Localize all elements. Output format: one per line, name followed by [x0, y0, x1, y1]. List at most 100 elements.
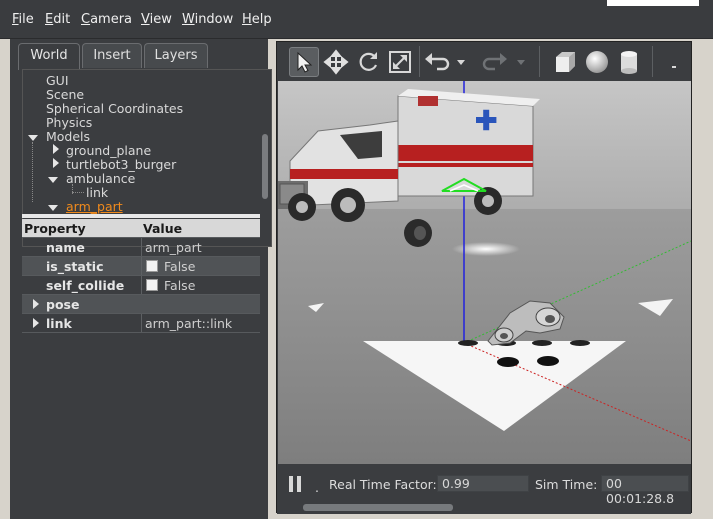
real-time-factor-label: Real Time Factor:: [329, 477, 437, 492]
tree-scrollbar[interactable]: [262, 134, 268, 199]
tree-item-gui[interactable]: GUI: [46, 73, 69, 88]
tree-item-scene[interactable]: Scene: [46, 87, 84, 102]
menu-view[interactable]: View: [141, 12, 172, 27]
toolbar-overflow-button[interactable]: [667, 47, 681, 77]
pad-hole: [497, 357, 519, 367]
tree-item-ground-plane[interactable]: ground_plane: [66, 143, 151, 158]
property-value: arm_part::link: [145, 316, 233, 331]
tab-world[interactable]: World: [18, 43, 80, 70]
tree-item-models[interactable]: Models: [46, 129, 90, 144]
tree-item-ambulance-link[interactable]: link: [86, 185, 108, 200]
render-pane: . Real Time Factor: 0.99 Sim Time: 00 00…: [276, 41, 692, 514]
sphere-shape-button[interactable]: [582, 47, 612, 77]
undo-icon: [425, 53, 450, 71]
expand-ground-plane-icon[interactable]: [53, 144, 59, 154]
redo-history-button[interactable]: [513, 47, 529, 77]
property-value: False: [164, 278, 196, 293]
sphere-icon: [586, 51, 608, 73]
property-row-self-collide[interactable]: self_collide False: [22, 276, 260, 295]
menu-window[interactable]: Window: [182, 12, 233, 27]
scene-toolbar: [277, 42, 691, 81]
undo-button[interactable]: [421, 47, 451, 77]
horizontal-scrollbar[interactable]: [303, 504, 453, 511]
menu-edit[interactable]: Edit: [45, 12, 70, 27]
property-column-header: Property: [24, 221, 86, 236]
menu-help[interactable]: Help: [242, 12, 272, 27]
property-row-name[interactable]: name arm_part: [22, 238, 260, 257]
property-row-is-static[interactable]: is_static False: [22, 257, 260, 276]
box-icon: [556, 52, 575, 72]
tree-guide-line: [32, 142, 33, 202]
menu-file[interactable]: File: [12, 12, 34, 27]
property-table: Property Value name arm_part is_static F…: [22, 219, 260, 333]
menu-bar: File Edit Camera View Window Help: [0, 0, 713, 39]
toolbar-separator: [419, 46, 420, 77]
rotate-icon: [359, 52, 378, 71]
tab-insert[interactable]: Insert: [82, 43, 142, 68]
property-row-link[interactable]: link arm_part::link: [22, 314, 260, 333]
property-header-row: Property Value: [22, 219, 260, 238]
property-row-pose[interactable]: pose: [22, 295, 260, 314]
property-value: False: [164, 259, 196, 274]
property-name: self_collide: [46, 278, 125, 293]
gazebo-window: File Edit Camera View Window Help World …: [0, 0, 713, 519]
toolbar-separator: [539, 46, 540, 77]
cylinder-icon: [621, 51, 637, 74]
sim-time-label: Sim Time:: [535, 477, 598, 492]
panel-splitter[interactable]: [22, 214, 260, 218]
tree-item-spherical-coordinates[interactable]: Spherical Coordinates: [46, 101, 183, 116]
select-tool-button[interactable]: [289, 47, 319, 77]
column-divider: [141, 314, 142, 332]
status-bar: . Real Time Factor: 0.99 Sim Time: 00 00…: [277, 466, 691, 514]
pad-hole: [537, 356, 559, 366]
redo-button[interactable]: [481, 47, 511, 77]
light-spot: [452, 242, 520, 256]
expand-arm-part-icon[interactable]: [48, 205, 58, 211]
translate-tool-button[interactable]: [321, 47, 351, 77]
toolbar-separator: [652, 46, 653, 77]
cylinder-shape-button[interactable]: [614, 47, 644, 77]
expand-pose-icon[interactable]: [33, 299, 39, 309]
step-indicator[interactable]: .: [315, 480, 319, 495]
arrow-cursor-icon: [297, 51, 313, 73]
expand-models-icon[interactable]: [28, 135, 38, 141]
scene-render: [278, 81, 691, 464]
value-column-header: Value: [143, 221, 183, 236]
real-time-factor-value: 0.99: [437, 475, 529, 492]
column-divider: [141, 276, 142, 294]
tab-layers[interactable]: Layers: [144, 43, 208, 68]
sim-time-value: 00 00:01:28.8: [601, 475, 689, 506]
tree-item-physics[interactable]: Physics: [46, 115, 92, 130]
is-static-checkbox[interactable]: [146, 260, 158, 272]
redo-icon: [482, 53, 507, 71]
more-icon: [672, 66, 676, 68]
box-shape-button[interactable]: [550, 47, 580, 77]
scale-tool-button[interactable]: [385, 47, 415, 77]
expand-ambulance-icon[interactable]: [48, 177, 58, 183]
property-value[interactable]: arm_part: [145, 240, 202, 255]
property-name: is_static: [46, 259, 104, 274]
dropdown-arrow-icon: [457, 60, 465, 65]
tree-item-turtlebot3-burger[interactable]: turtlebot3_burger: [66, 157, 176, 172]
tree-item-arm-part[interactable]: arm_part: [66, 199, 123, 214]
window-control-area: [607, 0, 699, 6]
pad-hole: [532, 340, 552, 346]
undo-history-button[interactable]: [453, 47, 469, 77]
tree-item-ambulance[interactable]: ambulance: [66, 171, 135, 186]
expand-link-icon[interactable]: [33, 318, 39, 328]
dropdown-arrow-icon: [517, 60, 525, 65]
property-name: name: [46, 240, 85, 255]
scale-icon: [389, 51, 411, 73]
column-divider: [141, 238, 142, 256]
pause-icon[interactable]: [289, 476, 303, 492]
pad-hole: [570, 340, 590, 346]
property-name: pose: [46, 297, 80, 312]
expand-turtlebot-icon[interactable]: [53, 158, 59, 168]
self-collide-checkbox[interactable]: [146, 279, 158, 291]
rotate-tool-button[interactable]: [353, 47, 383, 77]
move-arrows-icon: [323, 49, 349, 75]
pad-hole: [458, 340, 478, 346]
column-divider: [141, 257, 142, 275]
3d-viewport[interactable]: [278, 81, 691, 464]
menu-camera[interactable]: Camera: [81, 12, 132, 27]
